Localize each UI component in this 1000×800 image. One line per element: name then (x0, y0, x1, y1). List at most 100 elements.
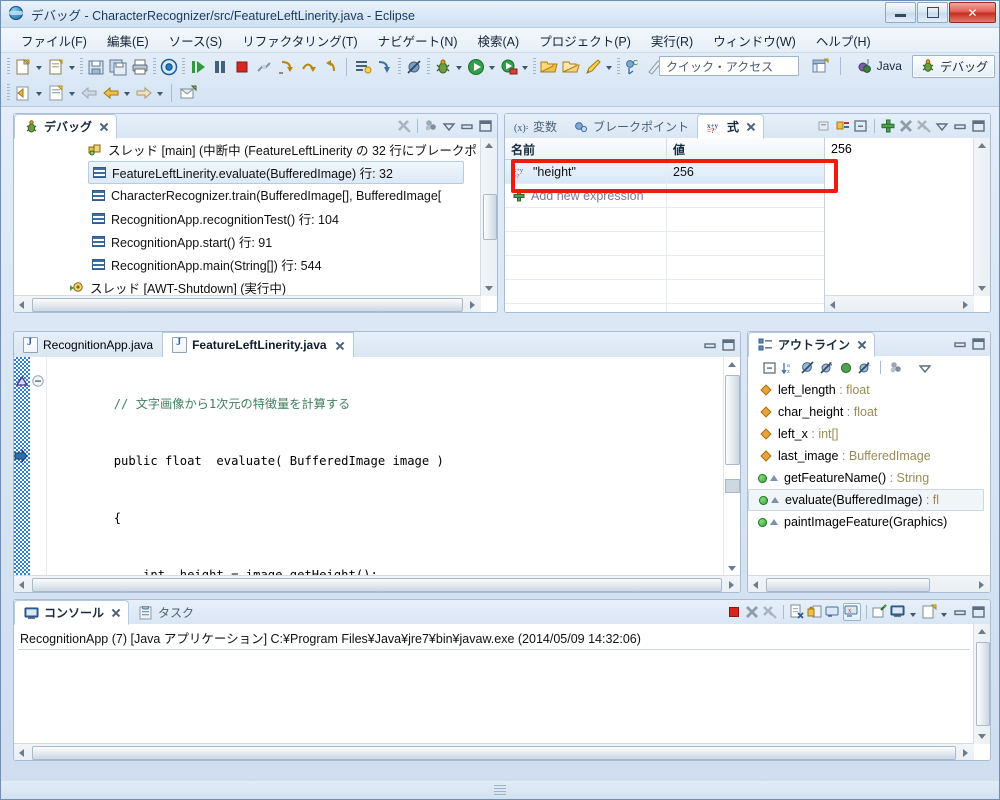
close-button[interactable]: ✕ (949, 2, 996, 23)
view-menu-dots-icon[interactable] (888, 360, 904, 376)
editor-folding-bar[interactable] (30, 357, 47, 576)
quick-access-input[interactable]: クイック・アクセス (659, 56, 799, 76)
tab-console[interactable]: コンソール (14, 600, 130, 625)
expression-row-height[interactable]: x+y =? "height" 256 (505, 160, 825, 184)
step-into-icon[interactable] (276, 57, 296, 77)
outline-item-paintImageFeature[interactable]: paintImageFeature(Graphics) (748, 511, 990, 533)
tree-row-frame-evaluate[interactable]: FeatureLeftLinerity.evaluate(BufferedIma… (88, 161, 464, 184)
close-icon[interactable] (857, 340, 866, 349)
view-menu-icon[interactable] (441, 118, 457, 134)
menu-file[interactable]: ファイル(F) (11, 28, 97, 53)
minimize-editor-icon[interactable] (702, 337, 718, 353)
open-perspective-icon[interactable] (810, 56, 830, 76)
outline-item-getFeatureName[interactable]: getFeatureName() : String (748, 467, 990, 489)
external-tools-icon[interactable] (499, 57, 519, 77)
tab-debug[interactable]: デバッグ (14, 114, 118, 139)
tab-expressions[interactable]: x+y =? 式 (697, 114, 765, 139)
console-hscrollbar[interactable] (14, 743, 974, 760)
minimize-view-icon[interactable] (459, 118, 475, 134)
open-console-dropdown-icon[interactable] (939, 604, 950, 620)
perspective-java[interactable]: J Java (850, 56, 908, 76)
debug-launch-icon[interactable] (433, 57, 453, 77)
forward-icon[interactable] (134, 83, 154, 103)
editor-marker-bar[interactable] (14, 357, 30, 576)
detail-hscrollbar[interactable] (825, 295, 974, 312)
menu-project[interactable]: プロジェクト(P) (529, 28, 641, 53)
view-menu-icon[interactable] (917, 360, 933, 376)
clear-console-icon[interactable] (789, 604, 805, 620)
disconnect-icon[interactable] (254, 57, 274, 77)
open-task-dropdown-icon[interactable] (67, 83, 78, 103)
collapse-all-icon[interactable] (853, 118, 869, 134)
close-icon[interactable] (111, 608, 120, 617)
debug-tree-hscrollbar[interactable] (14, 295, 481, 312)
collapse-all-icon[interactable] (762, 360, 778, 376)
maximize-view-icon[interactable] (477, 118, 493, 134)
external-tools-dropdown-icon[interactable] (520, 57, 531, 77)
open-folder-icon[interactable] (539, 57, 559, 77)
outline-hscrollbar[interactable] (748, 575, 990, 592)
view-menu-dots-icon[interactable] (423, 118, 439, 134)
resize-grip[interactable] (494, 785, 506, 795)
editor-hscrollbar[interactable] (14, 575, 740, 592)
annotation-dropdown-icon[interactable] (604, 57, 615, 77)
save-icon[interactable] (86, 57, 106, 77)
build-all-icon[interactable] (159, 57, 179, 77)
skip-breakpoints-icon[interactable] (404, 57, 424, 77)
close-icon[interactable] (746, 122, 755, 131)
tree-row-thread-main[interactable]: スレッド [main] (中断中 (FeatureLeftLinerity の … (14, 138, 480, 161)
print-icon[interactable] (130, 57, 150, 77)
remove-all-terminated-icon[interactable] (396, 118, 412, 134)
show-console-icon[interactable]: x (843, 603, 861, 621)
editor-tab-recognitionapp[interactable]: RecognitionApp.java (14, 333, 162, 357)
open-type-icon[interactable] (353, 57, 373, 77)
outline-item-left_x[interactable]: left_x : int[] (748, 423, 990, 445)
step-return-icon[interactable] (320, 57, 340, 77)
toggle-breakpoint-icon[interactable]: C (623, 57, 643, 77)
maximize-button[interactable] (917, 2, 948, 23)
menu-run[interactable]: 実行(R) (641, 28, 703, 53)
hide-local-icon[interactable]: L (857, 360, 873, 376)
perspective-debug[interactable]: デバッグ (911, 54, 995, 78)
menu-search[interactable]: 検索(A) (468, 28, 530, 53)
maximize-editor-icon[interactable] (720, 337, 736, 353)
new-window-icon[interactable] (178, 83, 198, 103)
tree-row-thread-awt-shutdown[interactable]: スレッド [AWT-Shutdown] (実行中) (14, 276, 480, 295)
new-java-project-icon[interactable] (46, 57, 66, 77)
terminate-icon[interactable] (232, 57, 252, 77)
suspend-icon[interactable] (210, 57, 230, 77)
terminate-icon[interactable] (726, 604, 742, 620)
minimize-button[interactable] (885, 2, 916, 23)
tab-breakpoints[interactable]: ブレークポイント (565, 115, 697, 138)
remove-expression-icon[interactable] (898, 118, 914, 134)
console-vscrollbar[interactable] (973, 624, 990, 744)
hide-static-icon[interactable]: S (819, 360, 835, 376)
hide-fields-icon[interactable] (800, 360, 816, 376)
close-icon[interactable] (99, 122, 108, 131)
open-console-icon[interactable] (921, 604, 937, 620)
console-body[interactable]: RecognitionApp (7) [Java アプリケーション] C:¥Pr… (14, 624, 990, 760)
maximize-view-icon[interactable] (970, 118, 986, 134)
step-over-icon[interactable] (298, 57, 318, 77)
hide-nonpublic-icon[interactable] (838, 360, 854, 376)
menu-help[interactable]: ヘルプ(H) (806, 28, 881, 53)
tree-row-frame-recognitiontest[interactable]: RecognitionApp.recognitionTest() 行: 104 (14, 207, 480, 230)
expression-row-add-new[interactable]: Add new expression (505, 184, 825, 208)
outline-item-last_image[interactable]: last_image : BufferedImage (748, 445, 990, 467)
tab-variables[interactable]: (x)= 変数 (505, 115, 565, 138)
forward-dropdown-icon[interactable] (155, 83, 166, 103)
column-header-value[interactable]: 値 (667, 138, 825, 159)
pin-console-icon[interactable] (872, 604, 888, 620)
code-editor[interactable]: // 文字画像から1次元の特徴量を計算する public float evalu… (14, 357, 740, 592)
back-dropdown-icon[interactable] (122, 83, 133, 103)
save-all-icon[interactable] (108, 57, 128, 77)
code-text[interactable]: // 文字画像から1次元の特徴量を計算する public float evalu… (47, 357, 724, 576)
outline-item-char_height[interactable]: char_height : float (748, 401, 990, 423)
expression-detail-pane[interactable]: 256 (824, 138, 990, 312)
annotation-pen-icon[interactable] (583, 57, 603, 77)
detail-vscrollbar[interactable] (973, 138, 990, 296)
open-declaration-dropdown-icon[interactable] (34, 83, 45, 103)
menu-navigate[interactable]: ナビゲート(N) (368, 28, 468, 53)
run-dropdown-icon[interactable] (487, 57, 498, 77)
menu-refactor[interactable]: リファクタリング(T) (232, 28, 367, 53)
